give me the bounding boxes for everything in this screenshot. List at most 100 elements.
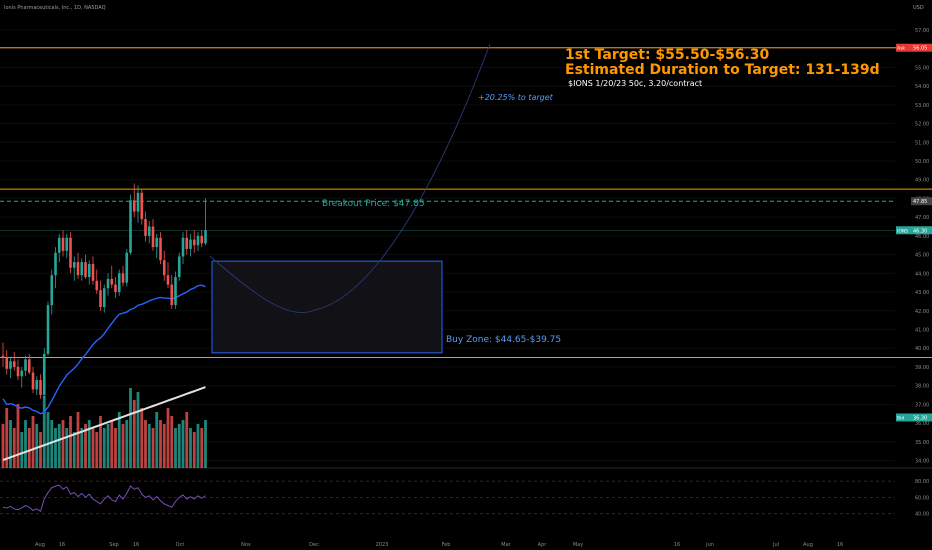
- y-tick-label: 38.00: [915, 384, 929, 390]
- y-tick-label: 36.00: [915, 421, 929, 427]
- target-line-2: Estimated Duration to Target: 131-139d: [565, 62, 880, 78]
- x-tick-label: Dec: [309, 542, 319, 548]
- y-tick-label: 55.00: [915, 65, 929, 71]
- volume-bar: [72, 432, 76, 468]
- volume-bar: [200, 428, 204, 468]
- volume-bar: [80, 428, 84, 468]
- candle-body: [170, 284, 174, 306]
- candle-body: [136, 192, 140, 212]
- price-badge: Bid 36.30: [896, 413, 932, 422]
- badge-value-text: 46.30: [913, 228, 927, 234]
- candle-body: [144, 219, 147, 236]
- stock-chart[interactable]: 80.0060.0040.00 57.0056.0055.0054.0053.0…: [0, 0, 932, 550]
- candle-body: [110, 278, 114, 285]
- rsi-tick-label: 60.00: [915, 495, 929, 501]
- rsi-tick-label: 80.00: [915, 479, 929, 485]
- y-tick-label: 42.00: [915, 309, 929, 315]
- candle-body: [31, 372, 35, 390]
- candle-body: [140, 192, 144, 220]
- candle-body: [20, 370, 24, 377]
- candle-body: [27, 359, 31, 373]
- candle-body: [192, 239, 196, 246]
- candle-body: [204, 230, 207, 244]
- candle-body: [189, 239, 192, 249]
- x-tick-label: 16: [59, 542, 65, 548]
- candle-body: [39, 380, 42, 395]
- volume-bar: [117, 412, 121, 468]
- y-tick-label: 54.00: [915, 84, 929, 90]
- volume-bar: [20, 432, 24, 468]
- candle-body: [50, 275, 54, 306]
- x-tick-label: 16: [674, 542, 680, 548]
- candle-body: [9, 361, 12, 369]
- y-tick-label: 41.00: [915, 327, 929, 333]
- y-tick-label: 52.00: [915, 122, 929, 128]
- y-tick-label: 51.00: [915, 140, 929, 146]
- volume-bar: [189, 428, 192, 468]
- volume-bar: [162, 424, 166, 468]
- candle-body: [151, 226, 155, 248]
- candle-body: [166, 275, 170, 285]
- candle-body: [159, 237, 162, 261]
- volume-bar: [27, 428, 31, 468]
- x-tick-label: Aug: [803, 542, 813, 548]
- option-note: $IONS 1/20/23 50c, 3.20/contract: [568, 79, 702, 88]
- candle-body: [117, 273, 121, 293]
- volume-bar: [114, 428, 117, 468]
- candle-body: [69, 237, 72, 268]
- volume-bar: [185, 412, 189, 468]
- x-tick-label: Feb: [442, 542, 451, 548]
- y-tick-label: 40.00: [915, 346, 929, 352]
- x-tick-label: Aug: [35, 542, 45, 548]
- y-tick-label: 35.00: [915, 440, 929, 446]
- y-tick-label: 53.00: [915, 103, 929, 109]
- volume-bar: [196, 424, 200, 468]
- candle-body: [200, 235, 204, 244]
- candle-body: [132, 200, 136, 212]
- x-tick-label: Jul: [772, 542, 779, 548]
- projection-note: +20.25% to target: [478, 93, 554, 102]
- badge-tag-text: Ask: [897, 46, 905, 52]
- x-tick-label: 16: [133, 542, 139, 548]
- volume-bar: [1, 424, 5, 468]
- candle-body: [177, 256, 181, 278]
- volume-bar: [31, 416, 35, 468]
- volume-bar: [54, 428, 57, 468]
- candle-body: [155, 237, 159, 248]
- badge-value-text: 47.85: [913, 199, 927, 205]
- volume-bar: [102, 428, 106, 468]
- candle-body: [57, 237, 61, 253]
- buy-zone: [211, 260, 443, 354]
- candle-body: [46, 305, 50, 354]
- candle-body: [174, 277, 177, 306]
- candle-body: [185, 237, 189, 249]
- candle-body: [114, 284, 117, 293]
- price-badge: 47.85: [911, 197, 932, 206]
- candle-body: [87, 263, 91, 278]
- volume-bar: [132, 400, 136, 468]
- candle-body: [95, 280, 99, 291]
- volume-bar: [151, 428, 155, 468]
- candle-body: [24, 359, 27, 371]
- volume-bar: [121, 424, 125, 468]
- buy-zone-box[interactable]: [211, 260, 443, 354]
- volume-bar: [12, 428, 16, 468]
- candle-body: [121, 273, 125, 283]
- volume-bar: [159, 420, 162, 468]
- candle-body: [5, 357, 9, 369]
- volume-bar: [136, 392, 140, 468]
- candle-body: [125, 252, 129, 283]
- volume-bar: [42, 396, 46, 468]
- symbol-title: Ionis Pharmaceuticals, Inc., 1D, NASDAQ: [4, 5, 106, 11]
- volume-bar: [9, 420, 12, 468]
- volume-bar: [69, 416, 72, 468]
- candle-body: [147, 226, 151, 236]
- candle-body: [12, 361, 16, 367]
- volume-bar: [192, 432, 196, 468]
- candle-body: [84, 262, 87, 278]
- price-badge: Ask 56.05: [896, 43, 932, 52]
- x-tick-label: Nov: [241, 542, 251, 548]
- x-tick-label: 16: [837, 542, 843, 548]
- volume-bar: [106, 424, 110, 468]
- badge-value-text: 36.30: [913, 415, 927, 421]
